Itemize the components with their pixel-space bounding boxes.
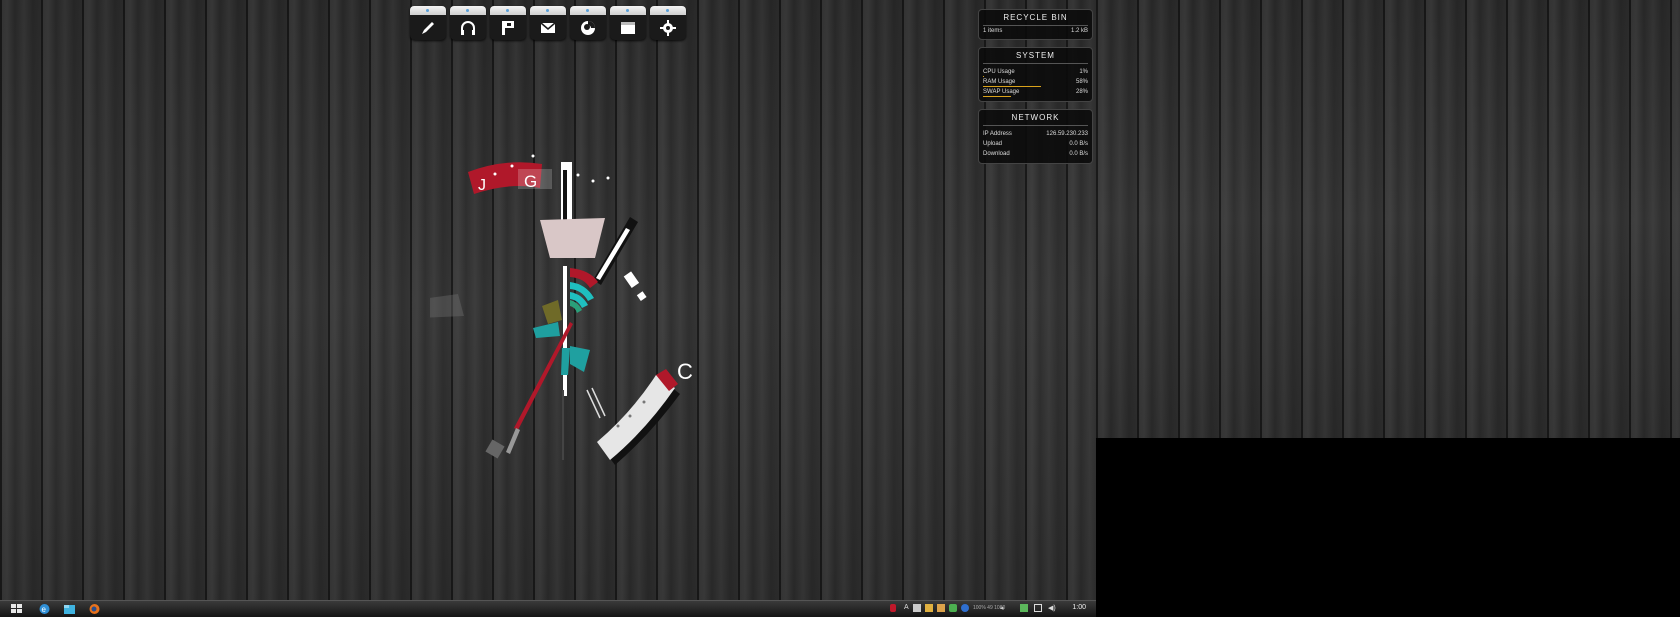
clock-letter-c: C <box>677 359 693 384</box>
headphones-icon <box>461 21 475 35</box>
dock-settings-button[interactable] <box>650 6 686 40</box>
notification-flag-icon[interactable] <box>890 604 896 612</box>
clock-letter-j: J <box>478 177 486 194</box>
settings-gear-icon <box>660 20 676 36</box>
download-value: 0.0 B/s <box>1069 151 1088 157</box>
swap-usage-value: 28% <box>1075 89 1088 95</box>
system-title: SYSTEM <box>983 48 1088 64</box>
tray-expand-icon[interactable]: ◂ <box>1000 604 1004 614</box>
ram-usage-value: 58% <box>1075 79 1088 85</box>
swap-usage-label: SWAP Usage <box>983 89 1020 95</box>
svg-text:e: e <box>42 605 47 614</box>
recycle-bin-size: 1.2 kB <box>1070 28 1088 34</box>
tray-app-icon-3[interactable] <box>937 604 945 612</box>
abstract-clock-widget: J G C <box>430 154 693 465</box>
ie-icon[interactable]: e <box>38 603 51 615</box>
cpu-usage-value: 1% <box>1079 69 1088 75</box>
volume-icon[interactable]: ◀) <box>1048 604 1056 614</box>
firefox-icon[interactable] <box>88 603 101 615</box>
dock-firefox-button[interactable] <box>570 6 606 40</box>
language-indicator-icon[interactable]: A <box>904 604 909 614</box>
window-icon <box>621 22 635 34</box>
taskbar: e A 100% 49 1080 ◂ ◀) 1:00 <box>0 600 1096 617</box>
ip-address-value: 126.59.230.233 <box>1046 131 1088 137</box>
network-title: NETWORK <box>983 110 1088 126</box>
tray-app-icon-2[interactable] <box>925 604 933 612</box>
upload-value: 0.0 B/s <box>1069 141 1088 147</box>
download-label: Download <box>983 151 1010 157</box>
action-center-icon[interactable] <box>1034 604 1042 612</box>
desktop-wallpaper-right <box>1096 0 1680 438</box>
recycle-bin-count: 1 items <box>983 28 1003 34</box>
ip-address-label: IP Address <box>983 131 1012 137</box>
ram-usage-label: RAM Usage <box>983 79 1016 85</box>
help-icon[interactable] <box>961 604 969 612</box>
start-button[interactable] <box>10 603 23 615</box>
dock-flag-button[interactable] <box>490 6 526 40</box>
network-widget: NETWORK IP Address 126.59.230.233 Upload… <box>978 109 1093 164</box>
launcher-dock <box>410 6 686 42</box>
dock-window-button[interactable] <box>610 6 646 40</box>
upload-label: Upload <box>983 141 1003 147</box>
pen-icon <box>422 22 434 34</box>
swap-usage-bar <box>983 96 1011 97</box>
network-tray-icon[interactable] <box>1020 604 1028 612</box>
cpu-usage-label: CPU Usage <box>983 69 1015 75</box>
flag-icon <box>502 21 514 35</box>
tray-app-icon-4[interactable] <box>949 604 957 612</box>
dock-headphones-button[interactable] <box>450 6 486 40</box>
taskbar-clock[interactable]: 1:00 <box>1072 604 1086 611</box>
mail-icon <box>540 22 556 33</box>
firefox-icon <box>581 21 595 35</box>
hour-arc <box>597 375 675 460</box>
recycle-bin-widget[interactable]: RECYCLE BIN 1 items 1.2 kB <box>978 9 1093 40</box>
explorer-icon[interactable] <box>63 603 76 615</box>
blank-screen-area <box>1096 438 1680 616</box>
pale-segment <box>540 218 605 258</box>
tray-app-icon-1[interactable] <box>913 604 921 612</box>
clock-letter-g: G <box>524 172 537 191</box>
system-widget: SYSTEM CPU Usage 1% RAM Usage 58% SWAP U… <box>978 47 1093 102</box>
dock-mail-button[interactable] <box>530 6 566 40</box>
recycle-bin-title: RECYCLE BIN <box>983 10 1088 26</box>
dock-pen-button[interactable] <box>410 6 446 40</box>
